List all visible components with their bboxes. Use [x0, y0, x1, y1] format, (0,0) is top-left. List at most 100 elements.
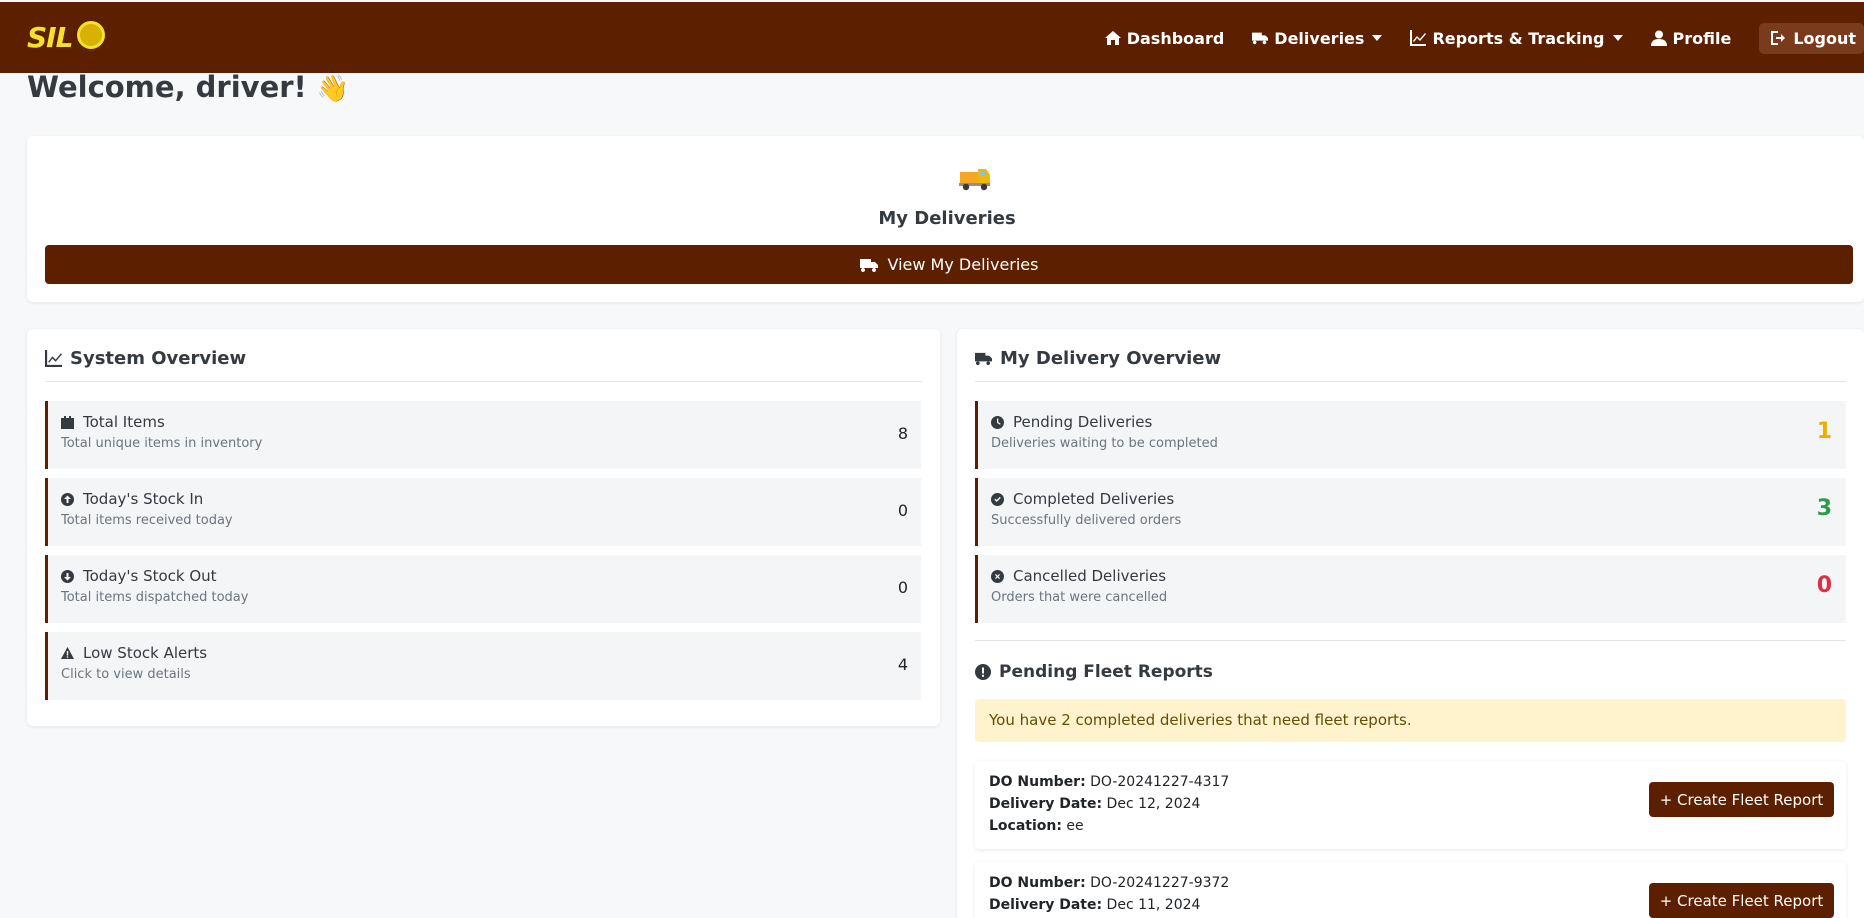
stat-name-text: Today's Stock In [83, 490, 204, 508]
arrow-up-circle-icon [61, 492, 74, 506]
fleet-report-alert: You have 2 completed deliveries that nee… [975, 699, 1846, 742]
delivery-date-value: Dec 12, 2024 [1106, 796, 1201, 812]
stat-value: 0 [897, 501, 908, 520]
navbar: SIL Dashboard Deliveries Reports & Track… [0, 2, 1864, 73]
chart-icon [45, 350, 62, 367]
stat-name-text: Completed Deliveries [1013, 490, 1175, 508]
calendar-icon [61, 415, 74, 429]
do-number-value: DO-20241227-9372 [1090, 875, 1230, 891]
logout-label: Logout [1793, 28, 1856, 48]
delivery-overview-card: My Delivery Overview Pending Deliveries … [957, 329, 1864, 918]
stat-cancelled-deliveries[interactable]: Cancelled Deliveries Orders that were ca… [975, 555, 1846, 623]
stat-desc: Orders that were cancelled [991, 590, 1168, 605]
divider [975, 640, 1846, 641]
delivery-truck-icon [959, 169, 990, 191]
view-my-deliveries-label: View My Deliveries [887, 255, 1039, 274]
stat-value: 1 [1816, 419, 1832, 444]
stat-desc: Deliveries waiting to be completed [991, 436, 1218, 451]
stat-value: 8 [897, 424, 908, 443]
create-fleet-report-button[interactable]: + Create Fleet Report [1649, 883, 1834, 918]
stat-name: Cancelled Deliveries [991, 567, 1166, 585]
stat-completed-deliveries[interactable]: Completed Deliveries Successfully delive… [975, 478, 1846, 546]
stat-desc: Click to view details [61, 667, 191, 682]
create-fleet-report-button[interactable]: + Create Fleet Report [1649, 782, 1834, 817]
chart-icon [1410, 30, 1427, 46]
stat-value: 0 [897, 578, 908, 597]
stat-name: Pending Deliveries [991, 413, 1152, 431]
do-number-label: DO Number: [989, 875, 1086, 891]
nav-deliveries[interactable]: Deliveries [1252, 28, 1383, 48]
stat-name: Today's Stock Out [61, 567, 217, 585]
do-number-value: DO-20241227-4317 [1090, 774, 1230, 790]
stat-total-items[interactable]: Total Items Total unique items in invent… [45, 401, 921, 469]
nav-menu: Dashboard Deliveries Reports & Tracking … [1104, 21, 1864, 55]
system-overview-title-text: System Overview [70, 348, 247, 369]
pending-fleet-reports-title: Pending Fleet Reports [975, 662, 1213, 682]
stat-desc: Total items dispatched today [61, 590, 249, 605]
location-line: Location: ee [989, 818, 1084, 834]
my-deliveries-card: My Deliveries View My Deliveries [27, 136, 1864, 302]
delivery-date-line: Delivery Date: Dec 12, 2024 [989, 796, 1200, 812]
chevron-down-icon [1612, 35, 1623, 41]
stat-stock-in[interactable]: Today's Stock In Total items received to… [45, 478, 921, 546]
stat-name-text: Pending Deliveries [1013, 413, 1153, 431]
truck-icon [975, 352, 992, 366]
location-value: ee [1066, 818, 1084, 834]
do-number-line: DO Number: DO-20241227-9372 [989, 875, 1229, 891]
delivery-overview-title: My Delivery Overview [975, 348, 1221, 369]
truck-icon [1252, 32, 1269, 45]
delivery-date-value: Dec 11, 2024 [1106, 897, 1201, 913]
delivery-overview-title-text: My Delivery Overview [1000, 348, 1222, 369]
divider [975, 381, 1846, 382]
x-circle-icon [991, 569, 1004, 583]
stat-name-text: Today's Stock Out [83, 567, 217, 585]
view-my-deliveries-button[interactable]: View My Deliveries [45, 245, 1853, 284]
nav-reports-label: Reports & Tracking [1432, 28, 1605, 48]
divider [45, 381, 922, 382]
fleet-report-item: DO Number: DO-20241227-9372 Delivery Dat… [975, 862, 1846, 918]
stat-name: Total Items [61, 413, 165, 431]
welcome-text: Welcome, driver! [27, 70, 307, 104]
nav-deliveries-label: Deliveries [1274, 28, 1365, 48]
my-deliveries-title: My Deliveries [878, 208, 1016, 229]
stat-desc: Total items received today [61, 513, 233, 528]
page-title: Welcome, driver! 👋 [27, 70, 349, 104]
delivery-date-label: Delivery Date: [989, 796, 1103, 812]
brand-text: SIL [27, 21, 73, 54]
stat-value: 0 [1816, 573, 1832, 598]
stat-name-text: Total Items [83, 413, 165, 431]
do-number-line: DO Number: DO-20241227-4317 [989, 774, 1229, 790]
user-icon [1650, 30, 1667, 46]
chevron-down-icon [1372, 35, 1383, 41]
nav-reports[interactable]: Reports & Tracking [1410, 28, 1623, 48]
do-number-label: DO Number: [989, 774, 1086, 790]
stat-pending-deliveries[interactable]: Pending Deliveries Deliveries waiting to… [975, 401, 1846, 469]
home-icon [1104, 31, 1121, 45]
stat-name: Today's Stock In [61, 490, 203, 508]
delivery-date-line: Delivery Date: Dec 11, 2024 [989, 897, 1200, 913]
system-overview-title: System Overview [45, 348, 246, 369]
stat-name-text: Low Stock Alerts [83, 644, 208, 662]
stat-value: 3 [1816, 496, 1832, 521]
logo-ball-icon [77, 21, 105, 49]
logout-button[interactable]: Logout [1759, 22, 1864, 54]
logout-icon [1771, 31, 1786, 45]
nav-profile[interactable]: Profile [1650, 28, 1732, 48]
nav-dashboard[interactable]: Dashboard [1104, 29, 1224, 48]
clock-icon [991, 415, 1004, 429]
fleet-report-item: DO Number: DO-20241227-4317 Delivery Dat… [975, 761, 1846, 849]
pending-fleet-reports-title-text: Pending Fleet Reports [999, 662, 1213, 682]
truck-icon [859, 258, 878, 272]
stat-name: Low Stock Alerts [61, 644, 207, 662]
stat-name-text: Cancelled Deliveries [1013, 567, 1167, 585]
warning-icon [61, 646, 74, 659]
nav-profile-label: Profile [1672, 28, 1732, 48]
waving-hand-icon: 👋 [316, 74, 350, 104]
stat-stock-out[interactable]: Today's Stock Out Total items dispatched… [45, 555, 921, 623]
stat-low-stock[interactable]: Low Stock Alerts Click to view details 4 [45, 632, 921, 700]
brand-logo[interactable]: SIL [27, 17, 107, 57]
system-overview-card: System Overview Total Items Total unique… [27, 329, 940, 726]
delivery-date-label: Delivery Date: [989, 897, 1103, 913]
exclamation-circle-icon [975, 664, 991, 680]
stat-desc: Successfully delivered orders [991, 513, 1182, 528]
